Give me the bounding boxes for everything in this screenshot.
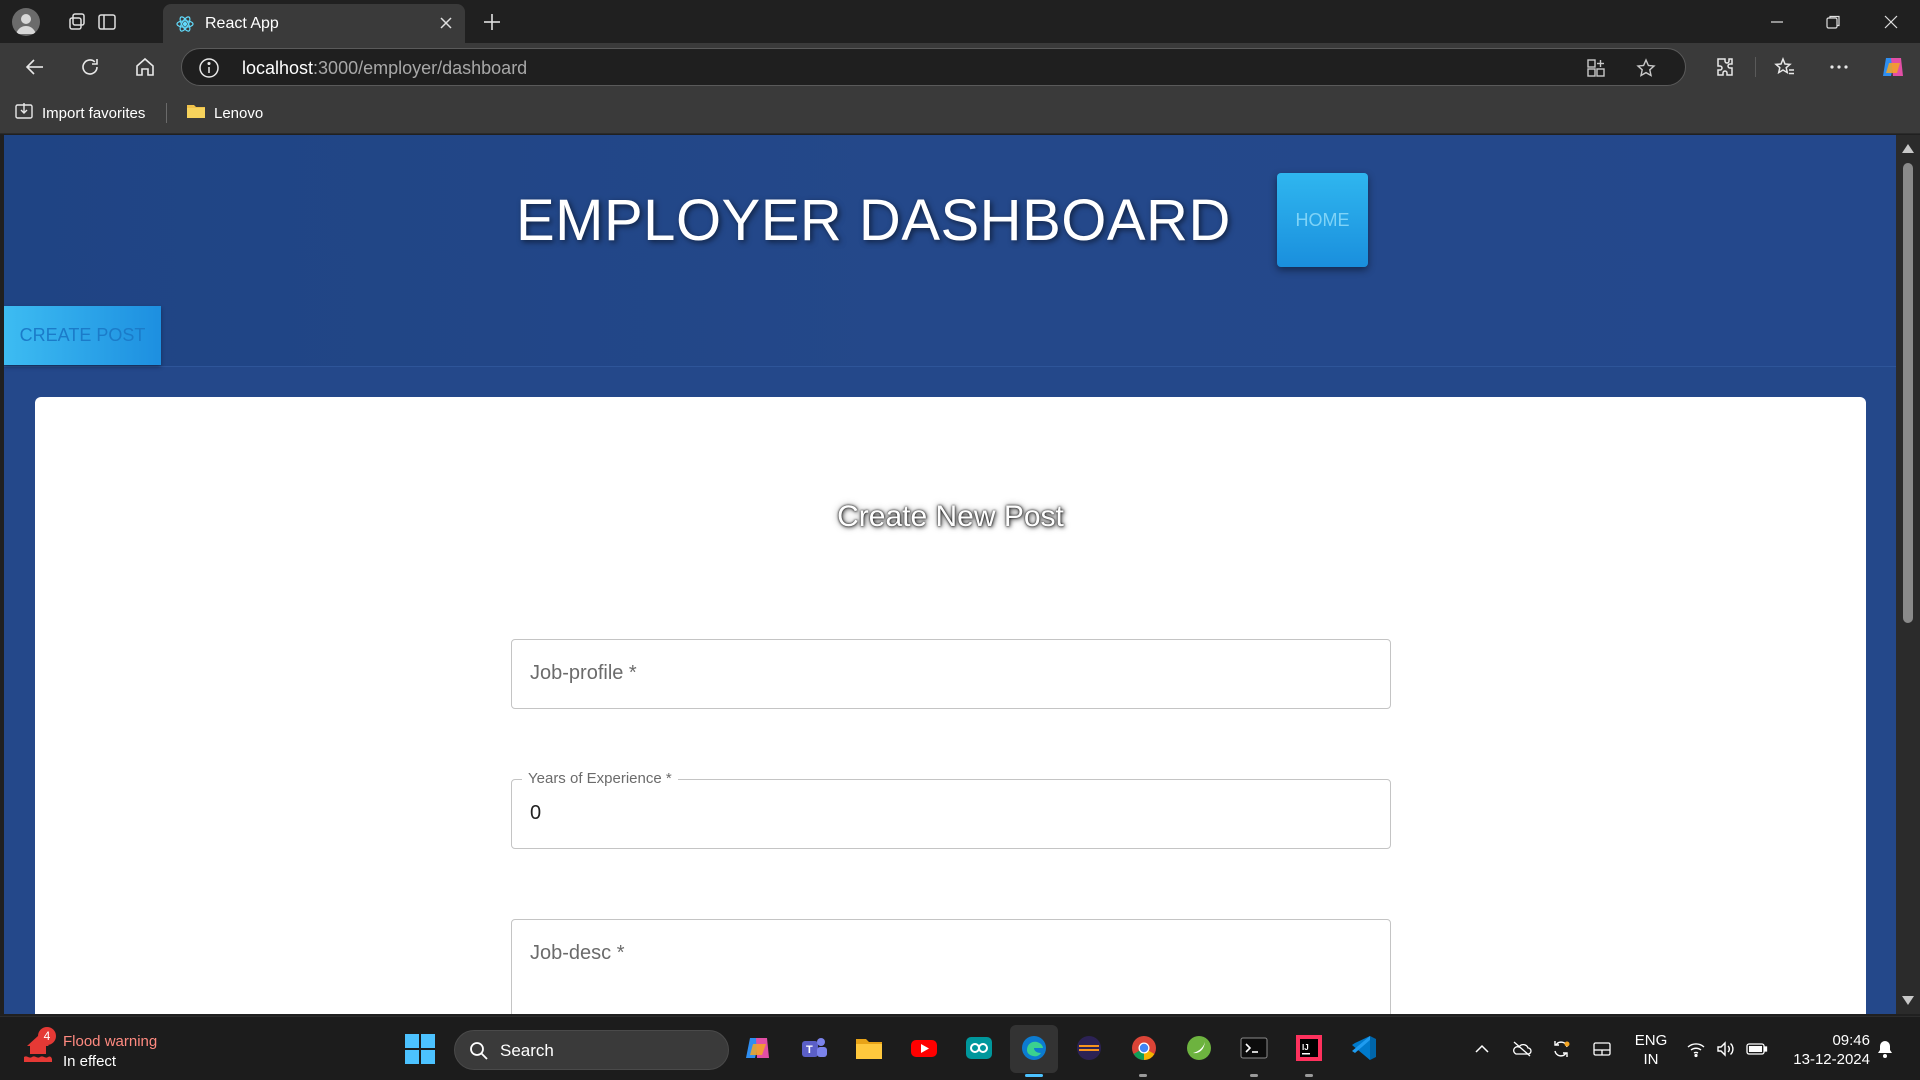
react-icon xyxy=(175,14,195,39)
create-post-card: Create New Post Job-profile * Years of E… xyxy=(35,397,1866,1014)
edge-icon[interactable] xyxy=(1017,1031,1051,1065)
close-window-icon[interactable] xyxy=(1877,8,1905,36)
browser-nav-bar: localhost:3000/employer/dashboard xyxy=(0,43,1920,91)
input-language[interactable]: ENG IN xyxy=(1633,1031,1669,1069)
home-icon[interactable] xyxy=(131,53,159,81)
sync-icon[interactable] xyxy=(1549,1037,1573,1061)
spring-tools-icon[interactable] xyxy=(1182,1031,1216,1065)
bookmark-lenovo[interactable]: Lenovo xyxy=(186,101,263,125)
restore-icon[interactable] xyxy=(1819,8,1847,36)
app-available-icon[interactable] xyxy=(1584,56,1608,80)
address-url: localhost:3000/employer/dashboard xyxy=(242,58,527,79)
bookmark-label: Lenovo xyxy=(214,104,264,122)
battery-icon[interactable] xyxy=(1745,1037,1769,1061)
form-title: Create New Post xyxy=(837,500,1064,533)
clock-date: 13-12-2024 xyxy=(1793,1051,1870,1068)
svg-text:T: T xyxy=(806,1044,813,1056)
workspaces-icon[interactable] xyxy=(63,8,91,36)
system-clock[interactable]: 09:46 13-12-2024 xyxy=(1782,1031,1870,1069)
scroll-down-icon[interactable] xyxy=(1902,996,1914,1005)
vscode-icon[interactable] xyxy=(1347,1031,1381,1065)
edge-running-indicator xyxy=(1025,1074,1043,1077)
chrome-running-indicator xyxy=(1139,1074,1147,1077)
job-desc-label: Job-desc * xyxy=(530,942,625,964)
scrollbar-thumb[interactable] xyxy=(1903,163,1913,623)
volume-icon[interactable] xyxy=(1714,1037,1738,1061)
job-profile-field[interactable]: Job-profile * xyxy=(511,639,1391,709)
tab-actions-icon[interactable] xyxy=(93,8,121,36)
new-tab-icon[interactable] xyxy=(478,8,506,36)
browser-title-bar: React App xyxy=(0,0,1920,43)
folder-icon xyxy=(186,101,206,125)
favorite-star-icon[interactable] xyxy=(1634,56,1658,80)
favorites-icon[interactable] xyxy=(1771,53,1799,81)
more-options-icon[interactable] xyxy=(1825,53,1853,81)
clock-time: 09:46 xyxy=(1832,1032,1870,1049)
copilot-icon[interactable] xyxy=(1879,53,1907,81)
minimize-icon[interactable] xyxy=(1763,8,1791,36)
youtube-icon[interactable] xyxy=(907,1031,941,1065)
teams-icon[interactable]: T xyxy=(797,1031,831,1065)
site-info-icon[interactable] xyxy=(198,57,220,84)
show-hidden-icons-icon[interactable] xyxy=(1470,1037,1494,1061)
extensions-icon[interactable] xyxy=(1711,53,1739,81)
notifications-bell-icon[interactable] xyxy=(1873,1037,1897,1061)
intellij-icon[interactable]: IJ xyxy=(1292,1031,1326,1065)
windows-taskbar: 4 Flood warning In effect Search T IJ EN… xyxy=(0,1016,1920,1080)
arduino-icon[interactable] xyxy=(962,1031,996,1065)
address-path: :3000/employer/dashboard xyxy=(313,58,528,78)
tab-react-app[interactable]: React App xyxy=(163,4,465,43)
language-code: ENG xyxy=(1634,1032,1668,1049)
weather-title: Flood warning xyxy=(63,1033,158,1050)
create-post-button[interactable]: CREATE POST xyxy=(4,306,161,365)
bookmark-label: Import favorites xyxy=(42,104,146,122)
taskbar-search[interactable]: Search xyxy=(454,1030,729,1070)
close-tab-icon[interactable] xyxy=(437,14,455,37)
page-scrollbar[interactable] xyxy=(1896,135,1920,1014)
intellij-running-indicator xyxy=(1305,1074,1313,1077)
chrome-icon[interactable] xyxy=(1127,1031,1161,1065)
tab-title: React App xyxy=(205,15,279,32)
tablet-mode-icon[interactable] xyxy=(1590,1037,1614,1061)
eclipse-icon[interactable] xyxy=(1072,1031,1106,1065)
job-desc-field[interactable]: Job-desc * xyxy=(511,919,1391,1014)
svg-text:IJ: IJ xyxy=(1302,1043,1309,1052)
search-icon xyxy=(469,1041,489,1066)
wifi-icon[interactable] xyxy=(1684,1037,1708,1061)
bookmark-divider xyxy=(166,103,167,123)
copilot-app-icon[interactable] xyxy=(741,1031,775,1065)
experience-field[interactable]: Years of Experience * 0 xyxy=(511,770,1391,849)
language-region: IN xyxy=(1643,1051,1659,1068)
job-profile-label: Job-profile * xyxy=(530,662,637,684)
address-host: localhost xyxy=(242,58,314,78)
onedrive-offline-icon[interactable] xyxy=(1510,1037,1534,1061)
home-button[interactable]: HOME xyxy=(1277,173,1368,267)
page-viewport: EMPLOYER DASHBOARD HOME CREATE POST Crea… xyxy=(4,135,1896,1014)
experience-value: 0 xyxy=(530,802,542,824)
terminal-icon[interactable] xyxy=(1237,1031,1271,1065)
scroll-up-icon[interactable] xyxy=(1902,144,1914,153)
weather-subtitle: In effect xyxy=(63,1053,117,1070)
dashboard-header: EMPLOYER DASHBOARD HOME CREATE POST xyxy=(4,135,1896,367)
windows-start-icon[interactable] xyxy=(405,1034,435,1064)
favorites-bar: Import favorites Lenovo xyxy=(0,91,1920,134)
address-bar[interactable]: localhost:3000/employer/dashboard xyxy=(181,48,1686,86)
bookmark-import-favorites[interactable]: Import favorites xyxy=(14,101,145,125)
search-placeholder: Search xyxy=(500,1041,554,1060)
import-icon xyxy=(14,101,34,125)
terminal-running-indicator xyxy=(1250,1074,1258,1077)
page-title: EMPLOYER DASHBOARD xyxy=(516,188,1231,253)
toolbar-divider xyxy=(1755,57,1756,77)
weather-badge: 4 xyxy=(38,1027,56,1045)
experience-label: Years of Experience * xyxy=(522,770,678,787)
refresh-icon[interactable] xyxy=(76,53,104,81)
profile-avatar[interactable] xyxy=(12,8,40,36)
back-icon[interactable] xyxy=(21,53,49,81)
file-explorer-icon[interactable] xyxy=(852,1031,886,1065)
